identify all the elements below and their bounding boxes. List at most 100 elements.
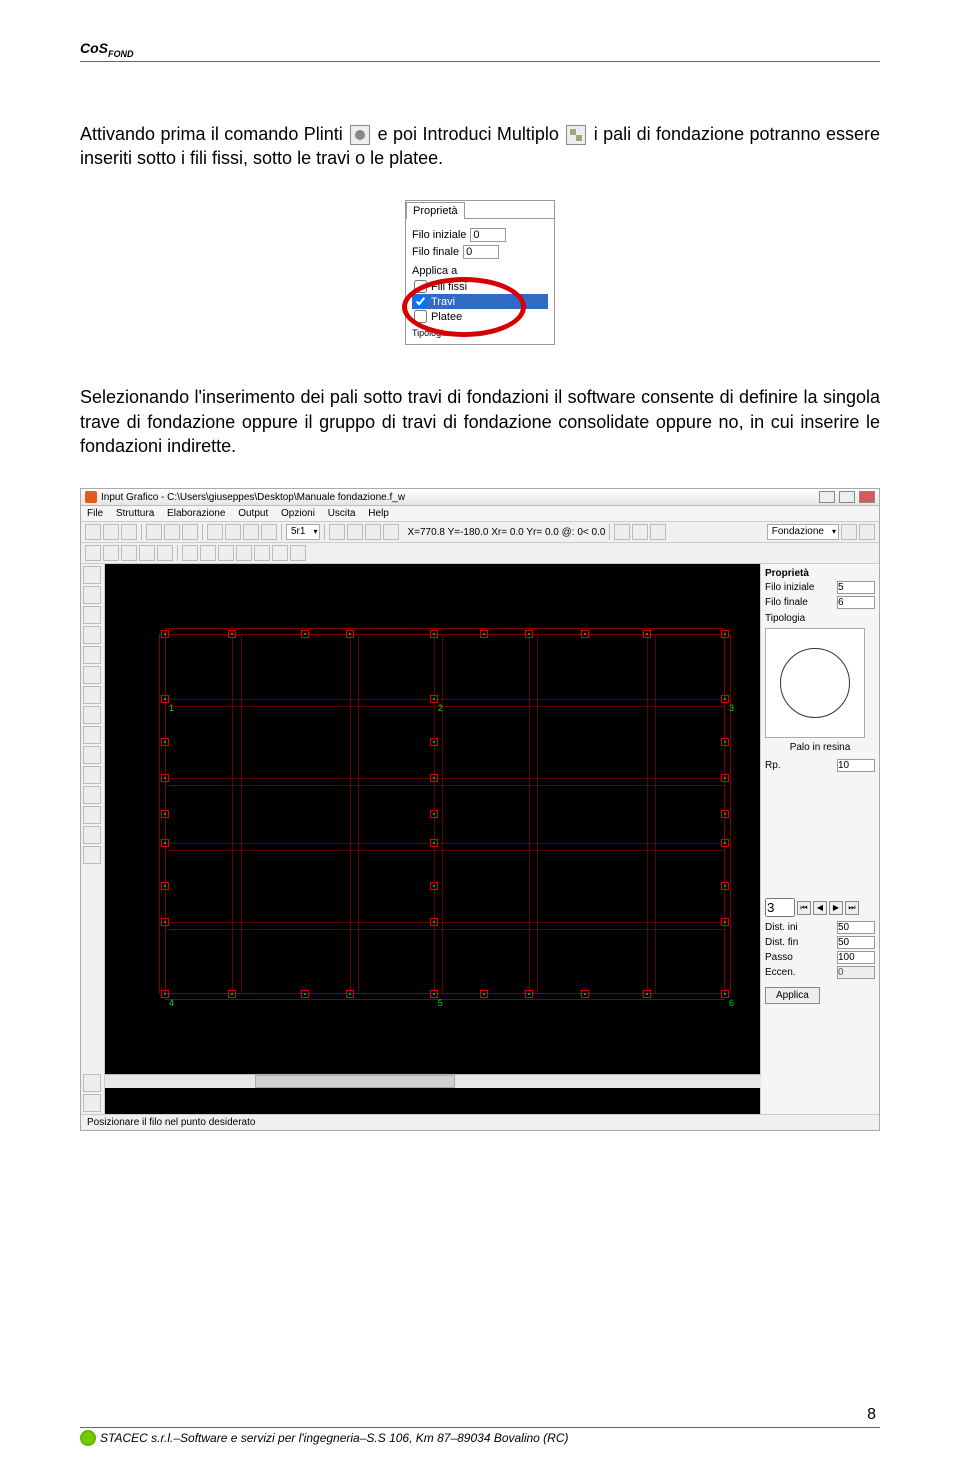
grid-6-icon[interactable] [272,545,288,561]
lt-tool-17[interactable] [83,1094,101,1112]
tool-j[interactable] [632,524,648,540]
check-platee[interactable]: Platee [412,309,548,324]
drawing-canvas[interactable]: 1 2 3 4 5 6 [105,564,761,1114]
lt-tool-6[interactable] [83,666,101,684]
header-main: CoS [80,40,108,56]
zoom-in-icon[interactable] [85,545,101,561]
toolbar-2 [81,543,879,564]
check-fili-fissi[interactable]: Fili fissi [412,279,548,294]
coord-readout: X=770.8 Y=-180.0 Xr= 0.0 Yr= 0.0 @: 0< 0… [407,527,605,538]
prop-panel-small: Proprietà Filo iniziale Filo finale Appl… [405,200,555,345]
rp-num-input[interactable] [765,898,795,917]
grid-3-icon[interactable] [218,545,234,561]
prop-tab[interactable]: Proprietà [406,202,465,219]
tool-undo[interactable] [146,524,162,540]
tool-h[interactable] [383,524,399,540]
node-label-1: 1 [169,703,174,713]
lt-tool-11[interactable] [83,766,101,784]
menu-elaborazione[interactable]: Elaborazione [167,508,225,519]
min-button[interactable] [819,491,835,503]
grid-1-icon[interactable] [182,545,198,561]
tool-m[interactable] [859,524,875,540]
zoom-out-icon[interactable] [103,545,119,561]
menu-uscita[interactable]: Uscita [328,508,356,519]
menu-struttura[interactable]: Struttura [116,508,154,519]
rp-rp-l: Rp. [765,760,781,771]
lt-tool-12[interactable] [83,786,101,804]
rp-filo-fin-l: Filo finale [765,597,808,608]
max-button[interactable] [839,491,855,503]
lt-plus-icon[interactable] [83,566,101,584]
rp-eccen-input[interactable] [837,966,875,979]
rp-dist-ini-input[interactable] [837,921,875,934]
spinner-prev-icon[interactable]: ◀ [813,901,827,915]
tool-g[interactable] [365,524,381,540]
chk3-label: Platee [431,311,462,323]
lt-tool-13[interactable] [83,806,101,824]
grid-7-icon[interactable] [290,545,306,561]
tool-k[interactable] [650,524,666,540]
lt-tool-5[interactable] [83,646,101,664]
spinner-next-icon[interactable]: ▶ [829,901,843,915]
check-travi[interactable]: Travi [412,294,548,309]
lt-tool-15[interactable] [83,846,101,864]
menu-file[interactable]: File [87,508,103,519]
lt-rect-icon[interactable] [83,626,101,644]
tool-l[interactable] [841,524,857,540]
page-number: 8 [867,1406,876,1424]
tool-b[interactable] [225,524,241,540]
zoom-window-icon[interactable] [121,545,137,561]
menu-opzioni[interactable]: Opzioni [281,508,315,519]
p1a: Attivando prima il comando Plinti [80,124,348,144]
tool-f[interactable] [347,524,363,540]
section-combo[interactable]: 5r1 [286,524,320,540]
grid-2-icon[interactable] [200,545,216,561]
tool-d[interactable] [261,524,277,540]
spinner-first-icon[interactable]: ⏮ [797,901,811,915]
grid-drawing: 1 2 3 4 5 6 [165,634,725,994]
lt-tool-16[interactable] [83,1074,101,1092]
checkbox-fili-fissi[interactable] [414,280,427,293]
lt-point-icon[interactable] [83,586,101,604]
tool-i[interactable] [614,524,630,540]
lt-tool-10[interactable] [83,746,101,764]
tool-new[interactable] [85,524,101,540]
horizontal-scrollbar[interactable] [105,1074,761,1088]
close-button[interactable] [859,491,875,503]
rp-dist-fin-input[interactable] [837,936,875,949]
lt-tool-9[interactable] [83,726,101,744]
grid-4-icon[interactable] [236,545,252,561]
filo-finale-input[interactable] [463,245,499,259]
rp-filo-ini-input[interactable] [837,581,875,594]
rp-eccen-l: Eccen. [765,967,796,978]
checkbox-travi[interactable] [414,295,427,308]
rp-rp-input[interactable] [837,759,875,772]
filo-iniziale-input[interactable] [470,228,506,242]
spinner-last-icon[interactable]: ⏭ [845,901,859,915]
lt-circle-icon[interactable] [83,606,101,624]
zoom-fit-icon[interactable] [139,545,155,561]
node-label-2: 2 [438,703,443,713]
checkbox-platee[interactable] [414,310,427,323]
tool-a[interactable] [207,524,223,540]
lt-tool-8[interactable] [83,706,101,724]
tool-c[interactable] [243,524,259,540]
rp-passo-l: Passo [765,952,793,963]
tool-e[interactable] [329,524,345,540]
rp-filo-fin-input[interactable] [837,596,875,609]
menu-output[interactable]: Output [238,508,268,519]
tool-open[interactable] [103,524,119,540]
grid-5-icon[interactable] [254,545,270,561]
menu-help[interactable]: Help [368,508,389,519]
tool-redo[interactable] [164,524,180,540]
applica-button[interactable]: Applica [765,987,820,1004]
pan-icon[interactable] [157,545,173,561]
tool-close[interactable] [121,524,137,540]
fondazione-combo[interactable]: Fondazione [767,524,839,540]
paragraph-2: Selezionando l'inserimento dei pali sott… [80,385,880,458]
lt-tool-14[interactable] [83,826,101,844]
rp-passo-input[interactable] [837,951,875,964]
lt-tool-7[interactable] [83,686,101,704]
introduci-multiplo-icon [566,125,586,145]
tool-cut[interactable] [182,524,198,540]
